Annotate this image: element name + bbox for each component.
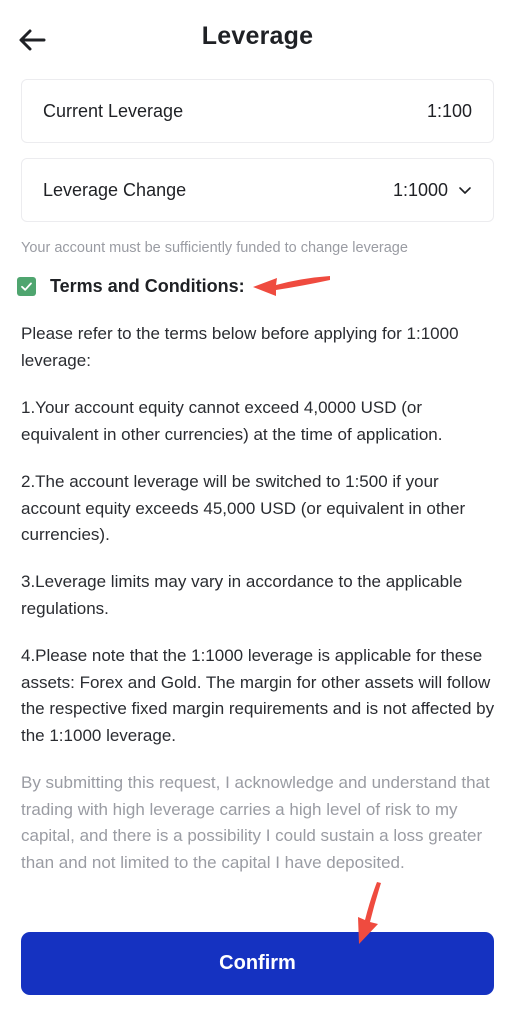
terms-item-1: 1.Your account equity cannot exceed 4,00… xyxy=(21,398,443,444)
terms-row: Terms and Conditions: xyxy=(17,276,245,297)
annotation-arrow-icon xyxy=(253,276,330,296)
current-leverage-row: Current Leverage 1:100 xyxy=(21,79,494,143)
page-title: Leverage xyxy=(201,22,314,50)
risk-disclaimer: By submitting this request, I acknowledg… xyxy=(21,773,490,872)
funding-hint: Your account must be sufficiently funded… xyxy=(21,240,408,256)
leverage-change-select[interactable]: Leverage Change 1:1000 xyxy=(21,158,494,222)
checkmark-icon xyxy=(21,282,32,291)
annotation-arrow-icon xyxy=(358,882,381,944)
current-leverage-value: 1:100 xyxy=(426,100,472,121)
terms-checkbox[interactable] xyxy=(17,277,36,296)
leverage-change-value-wrap: 1:1000 xyxy=(393,180,472,201)
terms-label: Terms and Conditions: xyxy=(50,276,245,296)
chevron-down-icon xyxy=(459,187,471,194)
leverage-change-label: Leverage Change xyxy=(43,179,187,200)
terms-item-4: 4.Please note that the 1:1000 leverage i… xyxy=(21,646,495,745)
terms-item-2: 2.The account leverage will be switched … xyxy=(21,472,466,544)
terms-intro: Please refer to the terms below before a… xyxy=(21,324,459,370)
current-leverage-label: Current Leverage xyxy=(43,100,184,121)
leverage-change-value: 1:1000 xyxy=(392,179,448,200)
header: Leverage xyxy=(0,0,515,78)
confirm-button[interactable]: Confirm xyxy=(21,932,494,995)
terms-item-3: 3.Leverage limits may vary in accordance… xyxy=(21,572,463,618)
